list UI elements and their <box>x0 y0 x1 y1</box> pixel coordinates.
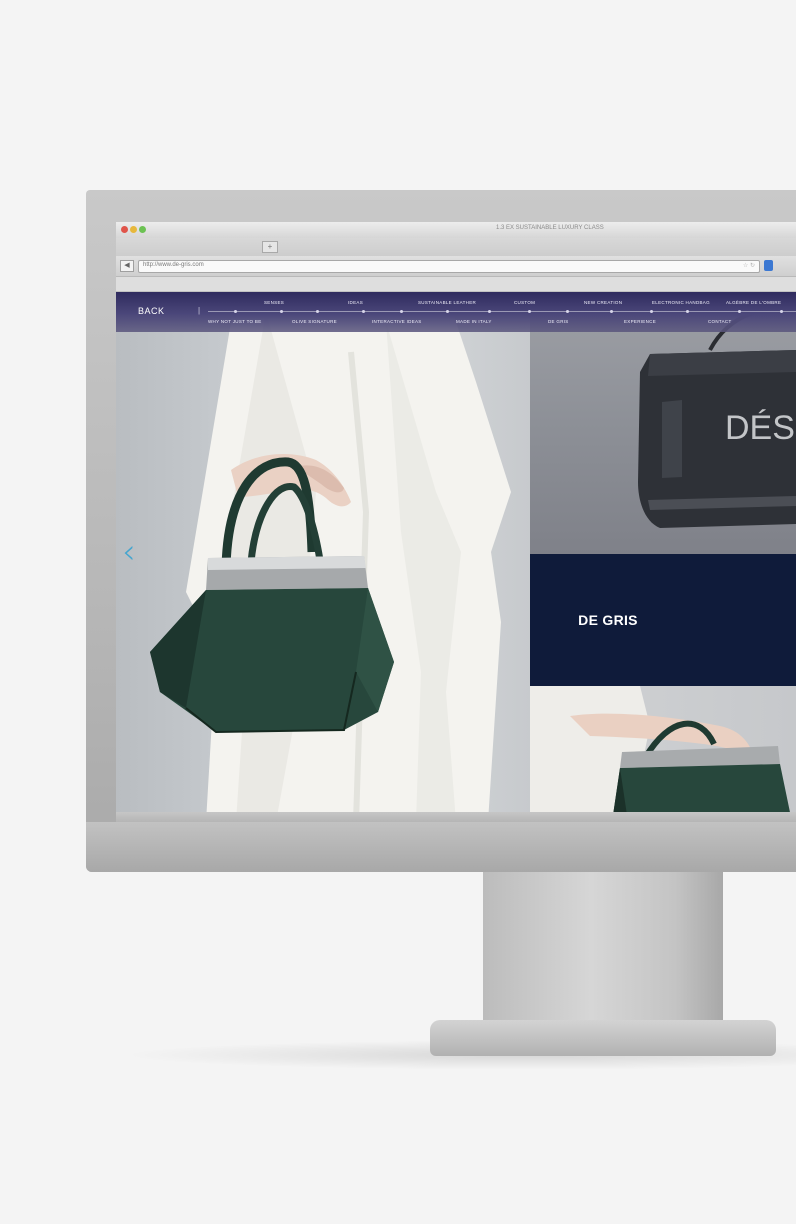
url-input[interactable]: http://www.de-gris.com ☆ ↻ <box>138 260 760 273</box>
nav-item-made-in-italy[interactable]: MADE IN ITALY <box>456 319 492 324</box>
hero-image-right-bottom <box>530 686 796 822</box>
nav-dot <box>280 310 283 313</box>
nav-dot <box>400 310 403 313</box>
nav-dot <box>316 310 319 313</box>
nav-item-contact[interactable]: CONTACT <box>708 319 732 324</box>
nav-dot <box>446 310 449 313</box>
nav-dot <box>780 310 783 313</box>
nav-item-interactive-ideas[interactable]: INTERACTIVE IDEAS <box>372 319 422 324</box>
back-link[interactable]: BACK <box>138 306 165 316</box>
model-handbag-illustration <box>150 292 511 822</box>
top-navigation: BACK | SENSES IDEAS SUSTAINABLE LEATHER … <box>116 292 796 332</box>
nav-dot <box>528 310 531 313</box>
nav-item-new-creation[interactable]: NEW CREATION <box>584 300 622 305</box>
nav-item-experience[interactable]: EXPERIENCE <box>624 319 656 324</box>
nav-dot <box>650 310 653 313</box>
nav-item-why-not-just-to-be[interactable]: WHY NOT JUST TO BE <box>208 319 262 324</box>
bag-brand-text: DÉS <box>725 409 795 447</box>
nav-timeline <box>208 311 796 312</box>
nav-dot <box>488 310 491 313</box>
url-text: http://www.de-gris.com <box>143 262 204 268</box>
nav-item-electronic-handbag[interactable]: ELECTRONIC HANDBAG <box>652 300 710 305</box>
nav-dot <box>686 310 689 313</box>
minimize-window-button[interactable] <box>130 226 137 233</box>
bookmarks-bar <box>116 277 796 292</box>
nav-item-algebre-de-lombre[interactable]: ALGÈBRE DE L'OMBRE <box>726 300 781 305</box>
extension-icon[interactable] <box>764 260 773 271</box>
browser-back-button[interactable]: ◀ <box>120 260 134 272</box>
nav-dot <box>566 310 569 313</box>
browser-window: 1.3 EX SUSTAINABLE LUXURY CLASS + ◀ http… <box>116 222 796 822</box>
nav-separator: | <box>198 306 201 315</box>
web-page: ‹ DÉS DE GRIS BACK | SENSES IDEAS SUSTAI… <box>116 292 796 822</box>
window-titlebar: 1.3 EX SUSTAINABLE LUXURY CLASS <box>116 222 796 238</box>
nav-item-custom[interactable]: CUSTOM <box>514 300 535 305</box>
screen-bottom-edge <box>116 812 796 822</box>
maximize-window-button[interactable] <box>139 226 146 233</box>
nav-item-senses[interactable]: SENSES <box>264 300 284 305</box>
nav-item-de-gris[interactable]: DE GRIS <box>548 319 569 324</box>
nav-dot <box>362 310 365 313</box>
hand-handbag-illustration <box>530 686 792 822</box>
tab-bar: + <box>116 238 796 257</box>
nav-item-ideas[interactable]: IDEAS <box>348 300 363 305</box>
new-tab-button[interactable]: + <box>262 241 278 253</box>
brand-name: DE GRIS <box>578 612 638 628</box>
previous-slide-arrow-icon[interactable]: ‹ <box>122 532 136 572</box>
nav-item-olive-signature[interactable]: OLIVE SIGNATURE <box>292 319 337 324</box>
monitor-chin <box>86 822 796 872</box>
brand-panel[interactable]: DE GRIS <box>530 554 796 686</box>
monitor-stand-neck <box>483 872 723 1034</box>
address-bar: ◀ http://www.de-gris.com ☆ ↻ <box>116 256 796 277</box>
nav-item-sustainable-leather[interactable]: SUSTAINABLE LEATHER <box>418 300 476 305</box>
nav-dot <box>738 310 741 313</box>
hero-image-left: ‹ <box>116 292 530 822</box>
reload-icon[interactable]: ☆ ↻ <box>743 262 755 269</box>
nav-dot <box>610 310 613 313</box>
window-title: 1.3 EX SUSTAINABLE LUXURY CLASS <box>496 225 604 231</box>
monitor-stand-base <box>430 1020 776 1056</box>
nav-dot <box>234 310 237 313</box>
close-window-button[interactable] <box>121 226 128 233</box>
